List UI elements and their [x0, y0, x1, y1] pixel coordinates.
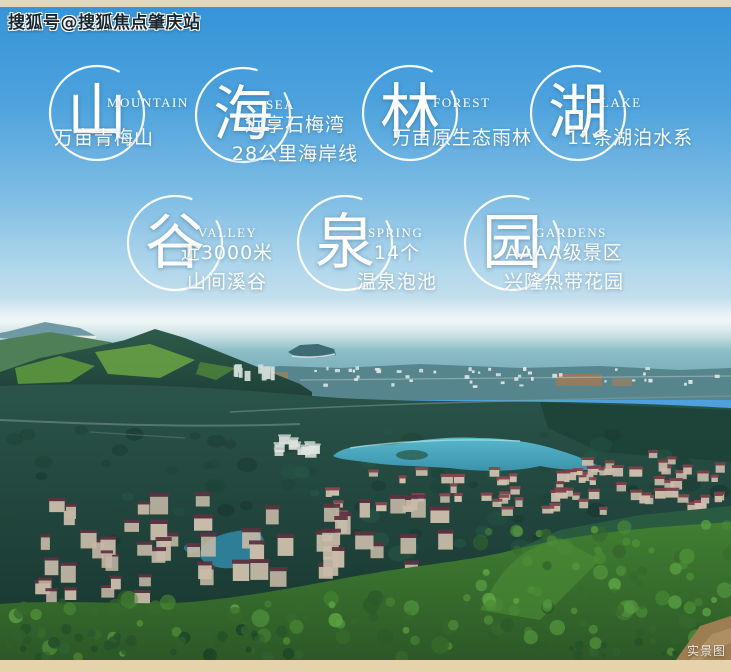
- badge-subtitle: 11条湖泊水系: [561, 109, 699, 163]
- badge-subtitle: 近享石梅湾 28公里海岸线: [226, 111, 364, 165]
- feature-badge-valley: 谷 VALLEY 近3000米 山间溪谷: [118, 183, 293, 318]
- badge-subtitle: 14个 温泉泡池: [328, 239, 466, 293]
- badge-subtitle: 万亩原生态雨林: [393, 109, 531, 163]
- badge-subtitle: 万亩青梅山: [36, 109, 172, 163]
- top-frame-bar: [0, 0, 731, 7]
- badge-subtitle: 近3000米 山间溪谷: [158, 239, 296, 293]
- feature-badge-spring: 泉 SPRING 14个 温泉泡池: [288, 183, 463, 318]
- sohu-watermark: 搜狐号@搜狐焦点肇庆站: [8, 8, 201, 33]
- feature-badge-forest: 林 FOREST 万亩原生态雨林: [353, 53, 528, 188]
- feature-badge-lake: 湖 LAKE 11条湖泊水系: [521, 53, 696, 188]
- poster: 搜狐号@搜狐焦点肇庆站 山 MOUNTAIN 万亩青梅山 海 SEA 近享石梅湾…: [0, 0, 731, 672]
- photo-tag: 实景图: [687, 642, 726, 659]
- feature-badge-gardens: 园 GARDENS AAAA级景区 兴隆热带花园: [455, 183, 630, 318]
- feature-badge-sea: 海 SEA 近享石梅湾 28公里海岸线: [186, 55, 361, 190]
- badge-subtitle: AAAA级景区 兴隆热带花园: [495, 239, 633, 293]
- bottom-frame-bar: [0, 660, 731, 672]
